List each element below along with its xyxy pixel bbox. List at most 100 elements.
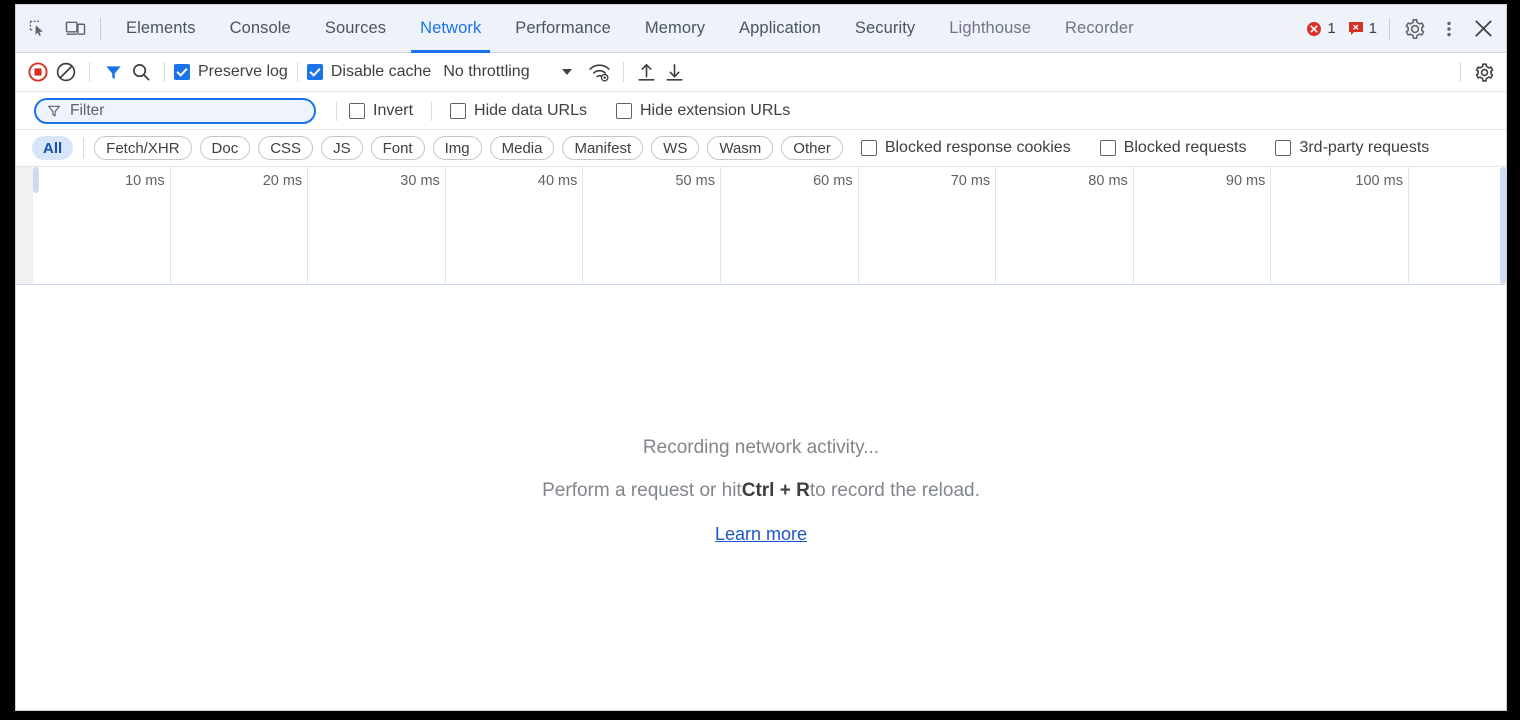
import-har-icon[interactable] [633, 58, 661, 86]
overview-tick-label: 60 ms [813, 173, 853, 189]
inspect-element-icon[interactable] [20, 12, 54, 46]
kebab-menu-icon-svg [1447, 21, 1451, 36]
overview-tick: 80 ms [996, 167, 1134, 284]
overview-tick-label: 50 ms [675, 173, 715, 189]
overview-timeline[interactable]: 10 ms 20 ms 30 ms 40 ms 50 ms 60 ms 70 ms 80 ms… [33, 167, 1506, 284]
network-toolbar: Preserve log Disable cache No throttling [16, 53, 1506, 92]
hide-extension-urls-checkbox[interactable]: Hide extension URLs [615, 102, 790, 120]
tab-lighthouse-label: Lighthouse [949, 19, 1032, 37]
tab-performance[interactable]: Performance [498, 5, 628, 53]
overview-tick-label: 90 ms [1225, 173, 1266, 189]
export-har-icon[interactable] [661, 58, 689, 86]
overview-tick: 110 [1409, 167, 1506, 284]
type-filter-fetch-xhr[interactable]: Fetch/XHR [94, 136, 192, 160]
wifi-settings-icon-svg [589, 64, 610, 82]
type-filter-css[interactable]: CSS [258, 136, 314, 160]
tabbar-right-divider [1389, 17, 1390, 40]
tab-lighthouse[interactable]: Lighthouse [932, 5, 1048, 53]
tab-sources-label: Sources [324, 19, 387, 37]
clear-icon[interactable] [52, 58, 80, 86]
error-count-button[interactable]: 1 [1306, 20, 1336, 37]
tab-elements[interactable]: Elements [109, 5, 213, 53]
wifi-settings-icon[interactable] [586, 58, 614, 86]
preserve-log-checkbox-box [174, 64, 190, 80]
import-har-icon-svg [638, 63, 655, 81]
overview-tick-label: 40 ms [537, 173, 578, 189]
tab-sources[interactable]: Sources [308, 5, 403, 53]
type-filter-doc[interactable]: Doc [199, 136, 251, 160]
tabbar-divider [100, 17, 101, 40]
throttling-dropdown[interactable]: No throttling [443, 63, 572, 81]
record-stop-icon[interactable] [24, 58, 52, 86]
overview-tick-label: 20 ms [262, 173, 303, 189]
kebab-menu-icon[interactable] [1432, 12, 1466, 46]
tab-console[interactable]: Console [213, 5, 308, 53]
type-filter-media-label: Media [501, 139, 543, 157]
blocked-response-cookies-checkbox[interactable]: Blocked response cookies [860, 139, 1071, 157]
type-filter-wasm-label: Wasm [719, 139, 762, 157]
type-filter-img[interactable]: Img [432, 136, 482, 160]
tab-network-label: Network [420, 19, 482, 37]
type-filter-ws-label: WS [663, 139, 688, 157]
overview-tick: 100 ms [1271, 167, 1409, 284]
clear-icon-svg [56, 62, 76, 82]
gear-icon[interactable] [1398, 12, 1432, 46]
network-settings-gear-icon-svg [1475, 62, 1493, 82]
toolbar-divider-4 [622, 62, 624, 82]
hide-data-urls-checkbox[interactable]: Hide data URLs [450, 102, 587, 120]
tab-recorder[interactable]: Recorder [1048, 5, 1151, 53]
tab-memory[interactable]: Memory [628, 5, 722, 53]
record-stop-icon-svg [28, 62, 48, 82]
disable-cache-checkbox[interactable]: Disable cache [306, 63, 432, 81]
toolbar-divider-5 [1460, 62, 1461, 82]
preserve-log-label: Preserve log [198, 63, 288, 80]
type-filter-img-label: Img [444, 139, 470, 157]
message-error-icon-svg [1348, 22, 1363, 35]
type-filter-wasm[interactable]: Wasm [707, 136, 774, 160]
type-filter-js[interactable]: JS [321, 136, 363, 160]
type-filter-manifest-label: Manifest [574, 139, 632, 157]
filter-funnel-icon[interactable] [99, 58, 127, 86]
device-toolbar-icon[interactable] [58, 12, 92, 46]
tab-performance-label: Performance [515, 19, 611, 37]
overview-window-handle-right[interactable] [1500, 167, 1506, 284]
tab-elements-label: Elements [126, 19, 196, 37]
network-empty-state: Recording network activity... Perform a … [16, 285, 1506, 696]
disable-cache-label: Disable cache [330, 63, 432, 80]
overview-tick: 10 ms [33, 167, 171, 284]
gear-icon-svg [1405, 18, 1425, 39]
blocked-requests-label: Blocked requests [1123, 139, 1247, 156]
tab-security[interactable]: Security [838, 5, 932, 53]
preserve-log-checkbox[interactable]: Preserve log [174, 63, 288, 81]
type-filter-all[interactable]: All [32, 136, 74, 160]
toolbar-divider-2 [164, 62, 165, 82]
close-icon[interactable] [1466, 12, 1500, 46]
tab-application[interactable]: Application [722, 5, 838, 53]
invert-checkbox-box [349, 102, 365, 119]
filter-bar: Filter Invert Hide data URLs Hide extens… [16, 92, 1506, 130]
third-party-requests-checkbox-box [1275, 140, 1292, 156]
devtools-tabbar: Elements Console Sources Network Perform… [16, 5, 1506, 53]
type-filter-ws[interactable]: WS [651, 136, 700, 160]
type-filter-manifest[interactable]: Manifest [562, 136, 644, 160]
overview-window-handle-left[interactable] [33, 167, 39, 193]
type-filter-font[interactable]: Font [370, 136, 425, 160]
filter-input[interactable]: Filter [34, 97, 316, 124]
type-filter-other[interactable]: Other [781, 136, 843, 160]
network-settings-gear-icon[interactable] [1470, 58, 1498, 86]
blocked-requests-checkbox[interactable]: Blocked requests [1099, 139, 1247, 157]
tab-network[interactable]: Network [403, 5, 498, 53]
hide-data-urls-label: Hide data URLs [474, 101, 587, 119]
invert-checkbox[interactable]: Invert [349, 102, 413, 120]
error-circle-icon-svg [1307, 21, 1322, 36]
type-filter-media[interactable]: Media [489, 136, 555, 160]
network-overview[interactable]: 10 ms 20 ms 30 ms 40 ms 50 ms 60 ms 70 ms 80 ms… [16, 167, 1506, 285]
disable-cache-checkbox-box [306, 64, 323, 80]
filter-input-placeholder: Filter [70, 101, 105, 119]
warning-count-label: 1 [1368, 20, 1377, 37]
search-icon[interactable] [127, 58, 155, 86]
warning-count-button[interactable]: 1 [1348, 20, 1377, 37]
overview-tick-label: 30 ms [400, 173, 440, 189]
third-party-requests-checkbox[interactable]: 3rd-party requests [1275, 139, 1429, 157]
learn-more-link[interactable]: Learn more [715, 524, 807, 545]
